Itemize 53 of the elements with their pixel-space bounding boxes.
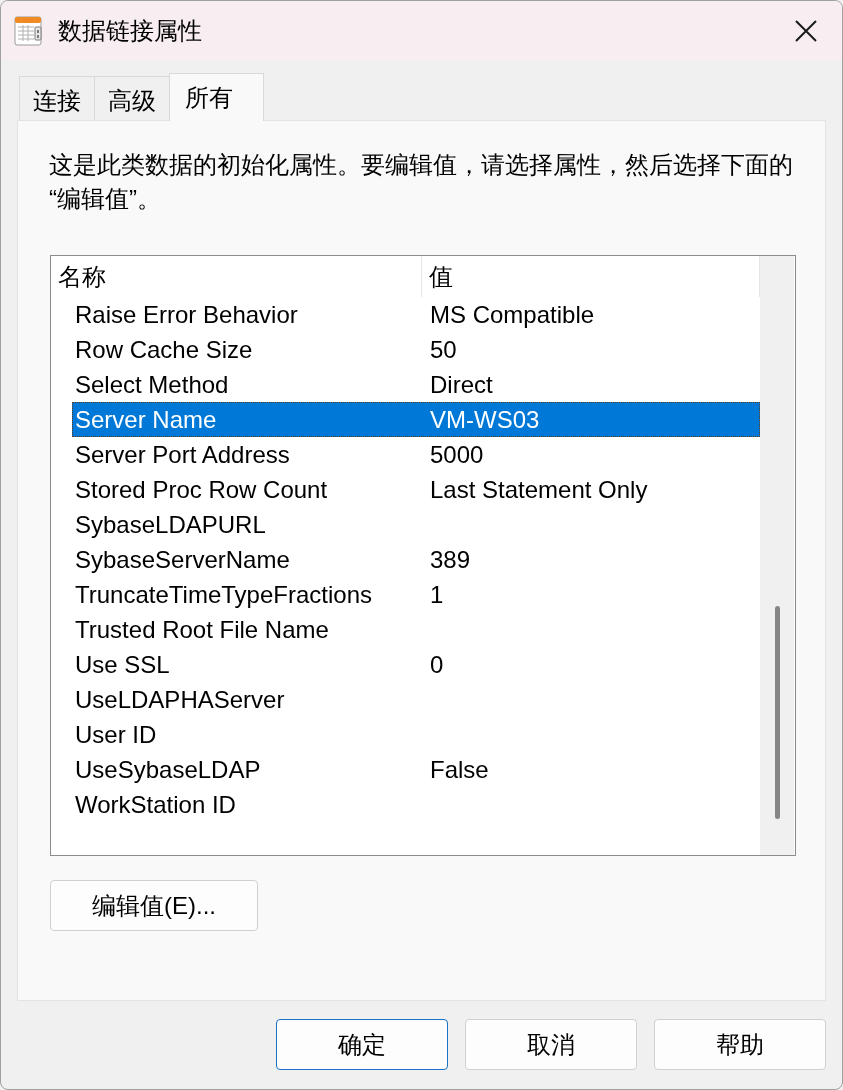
list-row[interactable]: UseSybaseLDAP False xyxy=(72,752,760,787)
property-value: 50 xyxy=(429,335,457,364)
dialog-button[interactable]: 取消 xyxy=(465,1019,637,1070)
list-row[interactable]: Select Method Direct xyxy=(72,367,760,402)
list-row[interactable]: SybaseServerName 389 xyxy=(72,542,760,577)
property-value: Last Statement Only xyxy=(429,475,648,504)
close-icon xyxy=(795,19,817,42)
list-row[interactable]: Server Name VM-WS03 xyxy=(72,402,760,437)
property-name: Use SSL xyxy=(74,650,171,679)
property-value: 389 xyxy=(429,545,471,574)
property-value: Direct xyxy=(429,370,493,399)
property-name: Select Method xyxy=(74,370,230,399)
property-name: Stored Proc Row Count xyxy=(74,475,329,504)
list-row[interactable]: TruncateTimeTypeFractions 1 xyxy=(72,577,760,612)
property-name: UseSybaseLDAP xyxy=(74,755,262,784)
description-text: 这是此类数据的初始化属性。要编辑值，请选择属性，然后选择下面的“编辑值”。 xyxy=(49,150,794,214)
property-name: WorkStation ID xyxy=(74,790,237,819)
property-value: 1 xyxy=(429,580,444,609)
property-value: False xyxy=(429,755,489,784)
property-name: SybaseLDAPURL xyxy=(74,510,267,539)
window-title: 数据链接属性 xyxy=(58,15,203,46)
list-row[interactable]: UseLDAPHAServer xyxy=(72,682,760,717)
property-value: 0 xyxy=(429,650,444,679)
edit-value-button[interactable]: 编辑值(E)... xyxy=(50,880,258,931)
property-value: 5000 xyxy=(429,440,484,469)
property-value: MS Compatible xyxy=(429,300,595,329)
property-name: Server Name xyxy=(74,405,218,434)
property-value: VM-WS03 xyxy=(429,405,540,434)
tab[interactable]: 所有 xyxy=(169,73,264,121)
dialog-button[interactable]: 确定 xyxy=(276,1019,448,1070)
list-row[interactable]: Server Port Address 5000 xyxy=(72,437,760,472)
property-name: Row Cache Size xyxy=(74,335,254,364)
property-name: TruncateTimeTypeFractions xyxy=(74,580,373,609)
list-row[interactable]: SybaseLDAPURL xyxy=(72,507,760,542)
list-row[interactable]: Use SSL 0 xyxy=(72,647,760,682)
tab[interactable]: 连接 xyxy=(19,76,95,120)
list-row[interactable]: Row Cache Size 50 xyxy=(72,332,760,367)
column-header[interactable]: 名称 xyxy=(51,256,422,297)
property-name: SybaseServerName xyxy=(74,545,291,574)
list-row[interactable]: WorkStation ID xyxy=(72,787,760,822)
scrollbar-thumb[interactable] xyxy=(775,606,780,819)
property-name: Raise Error Behavior xyxy=(74,300,299,329)
list-row[interactable]: Stored Proc Row Count Last Statement Only xyxy=(72,472,760,507)
dialog-button[interactable]: 帮助 xyxy=(654,1019,826,1070)
table-sheet-icon xyxy=(14,14,44,47)
list-row[interactable]: User ID xyxy=(72,717,760,752)
list-row[interactable]: Trusted Root File Name xyxy=(72,612,760,647)
property-name: User ID xyxy=(74,720,158,749)
scrollbar[interactable] xyxy=(760,256,794,855)
property-name: UseLDAPHAServer xyxy=(74,685,286,714)
property-name: Server Port Address xyxy=(74,440,291,469)
property-name: Trusted Root File Name xyxy=(74,615,330,644)
list-row[interactable]: Raise Error Behavior MS Compatible xyxy=(72,297,760,332)
